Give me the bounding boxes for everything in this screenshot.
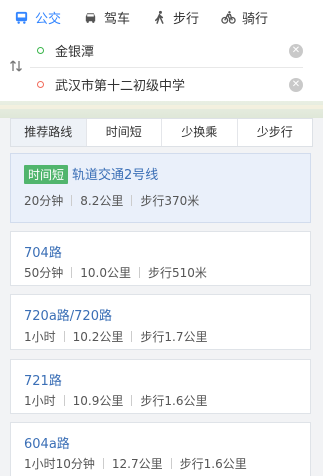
route-duration: 1小时: [24, 330, 56, 344]
route-distance: 10.9公里: [72, 394, 124, 408]
tab-bike[interactable]: 骑行: [207, 0, 276, 34]
route-card[interactable]: 时间短 轨道交通2号线 20分钟 8.2公里 步行370米: [10, 153, 311, 223]
route-duration: 1小时: [24, 394, 56, 408]
route-title: 时间短 轨道交通2号线: [24, 164, 158, 184]
route-distance: 8.2公里: [80, 194, 124, 208]
tab-drive-label: 驾车: [104, 11, 131, 27]
route-walk: 步行1.6公里: [140, 394, 208, 408]
route-walk: 步行1.7公里: [140, 330, 208, 344]
route-name: 604a路: [24, 437, 70, 452]
route-duration: 20分钟: [24, 194, 64, 208]
route-duration: 1小时10分钟: [24, 457, 95, 471]
bus-icon: [15, 11, 28, 24]
route-search-panel: 金银潭 ✕ 武汉市第十二初级中学 ✕: [0, 34, 323, 101]
route-duration: 50分钟: [24, 266, 64, 280]
start-input[interactable]: 金银潭: [55, 41, 289, 60]
route-distance: 12.7公里: [111, 457, 163, 471]
route-name: 721路: [24, 374, 62, 389]
route-name: 轨道交通2号线: [72, 168, 159, 183]
clear-end-icon[interactable]: ✕: [289, 77, 303, 92]
tab-bike-label: 骑行: [242, 11, 269, 27]
sort-tabs: 推荐路线 时间短 少换乘 少步行: [10, 118, 313, 147]
route-meta: 50分钟 10.0公里 步行510米: [24, 264, 207, 281]
tab-walk[interactable]: 步行: [138, 0, 207, 34]
route-badge: 时间短: [24, 165, 69, 184]
route-meta: 1小时10分钟 12.7公里 步行1.6公里: [24, 455, 247, 472]
bike-icon: [221, 10, 236, 24]
tab-walk-label: 步行: [173, 11, 200, 27]
end-input[interactable]: 武汉市第十二初级中学: [55, 75, 289, 94]
route-walk: 步行370米: [140, 194, 200, 208]
sort-shortest-time[interactable]: 时间短: [87, 119, 162, 146]
tab-bus[interactable]: 公交: [0, 0, 69, 34]
car-icon: [85, 12, 96, 23]
walk-icon: [155, 10, 164, 24]
end-dot-icon: [37, 81, 44, 88]
route-name: 720a路/720路: [24, 309, 112, 324]
sort-less-walking[interactable]: 少步行: [238, 119, 313, 146]
tab-bus-label: 公交: [35, 11, 62, 27]
tab-drive[interactable]: 驾车: [69, 0, 138, 34]
route-distance: 10.0公里: [80, 266, 132, 280]
start-field[interactable]: 金银潭 ✕: [30, 34, 303, 68]
sort-recommended[interactable]: 推荐路线: [11, 119, 87, 146]
route-meta: 1小时 10.9公里 步行1.6公里: [24, 392, 207, 409]
route-distance: 10.2公里: [72, 330, 124, 344]
route-meta: 1小时 10.2公里 步行1.7公里: [24, 328, 207, 345]
route-name: 704路: [24, 246, 62, 261]
map-background: [0, 101, 323, 118]
route-walk: 步行510米: [148, 266, 207, 280]
route-meta: 20分钟 8.2公里 步行370米: [24, 192, 199, 209]
end-field[interactable]: 武汉市第十二初级中学 ✕: [30, 68, 303, 101]
route-card[interactable]: 720a路/720路 1小时 10.2公里 步行1.7公里: [10, 294, 311, 350]
transport-mode-tabs: 公交 驾车 步行 骑行: [0, 0, 323, 35]
route-card[interactable]: 704路 50分钟 10.0公里 步行510米: [10, 231, 311, 286]
start-dot-icon: [37, 47, 44, 54]
clear-start-icon[interactable]: ✕: [289, 43, 303, 58]
route-card[interactable]: 604a路 1小时10分钟 12.7公里 步行1.6公里: [10, 422, 311, 476]
swap-icon[interactable]: [8, 56, 24, 76]
sort-fewer-transfers[interactable]: 少换乘: [162, 119, 238, 146]
route-walk: 步行1.6公里: [179, 457, 247, 471]
route-card[interactable]: 721路 1小时 10.9公里 步行1.6公里: [10, 359, 311, 414]
